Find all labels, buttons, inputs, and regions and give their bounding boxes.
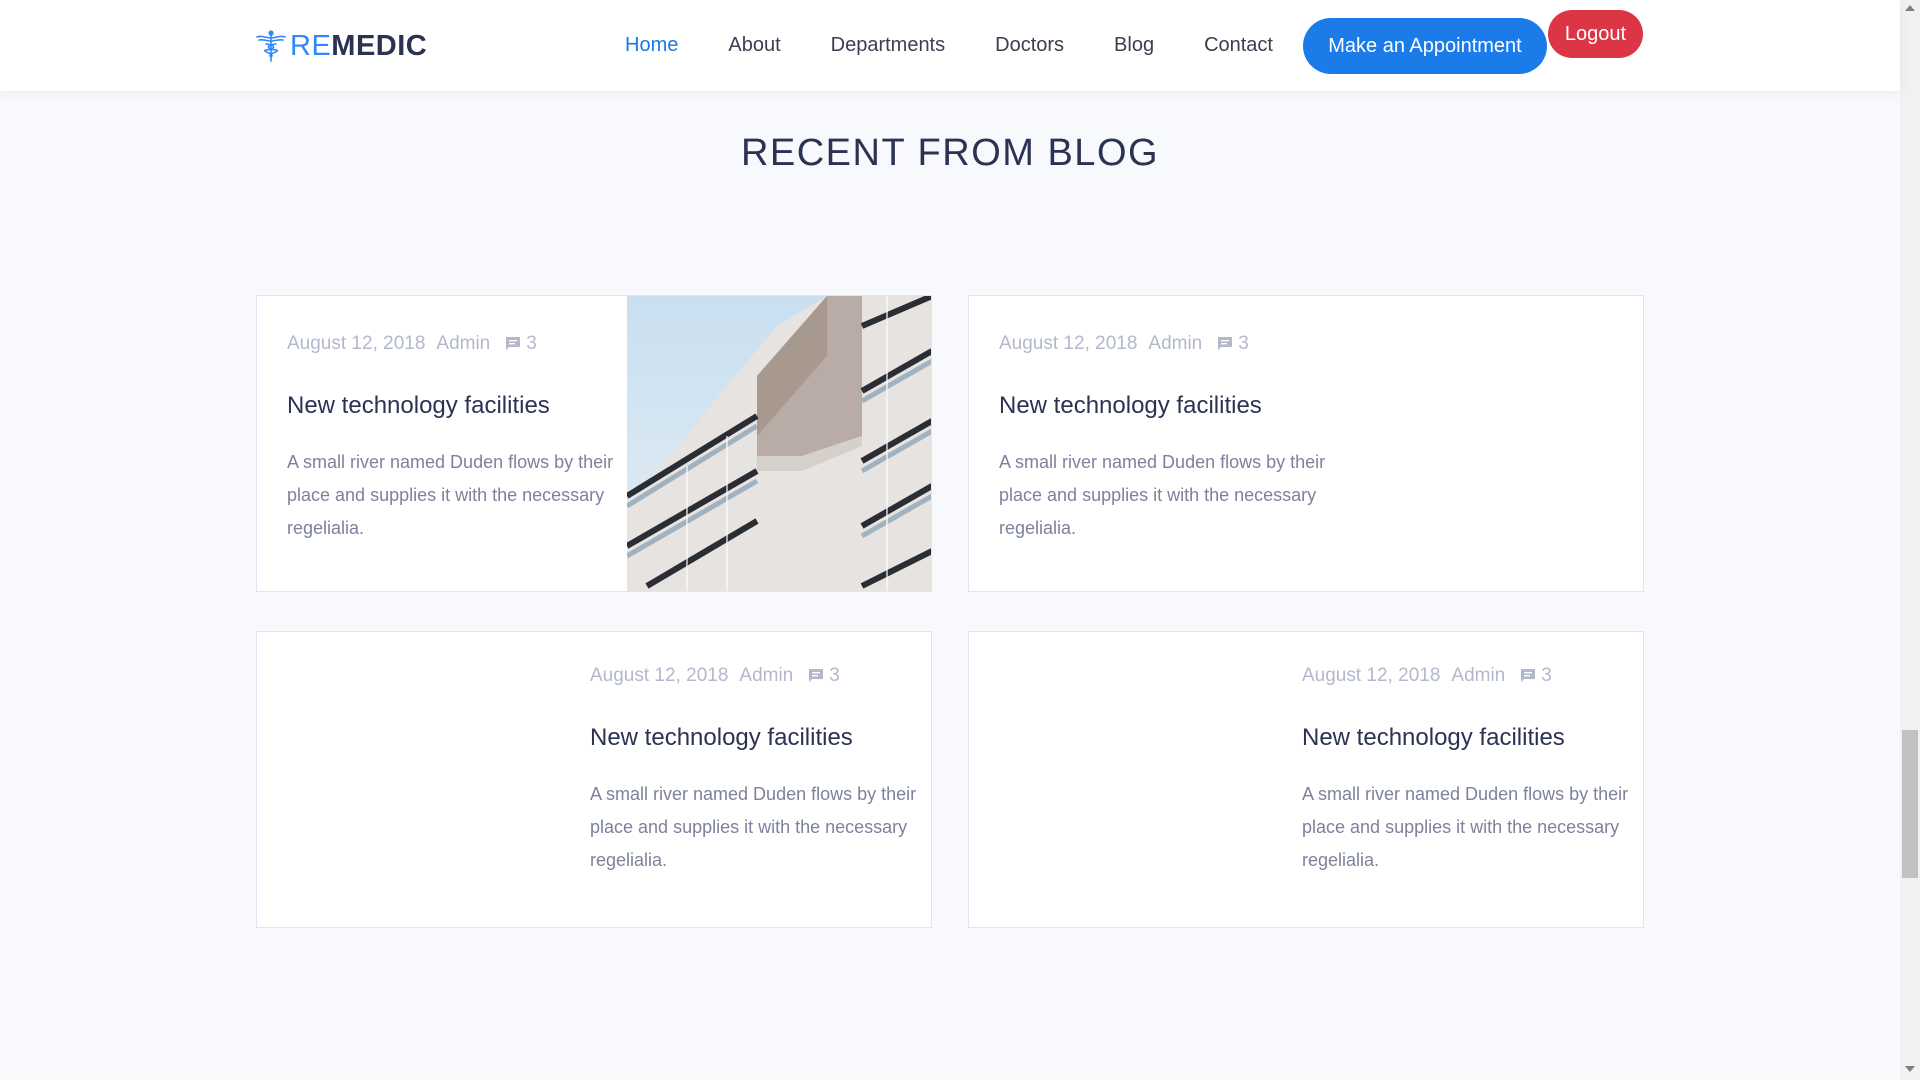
chat-bubble-icon xyxy=(506,337,521,350)
scrollbar-thumb[interactable] xyxy=(1902,730,1918,878)
brand-name-part2: MEDIC xyxy=(331,29,428,62)
post-excerpt: A small river named Duden flows by their… xyxy=(999,452,1326,538)
nav-about-link[interactable]: About xyxy=(703,34,805,57)
post-excerpt: A small river named Duden flows by their… xyxy=(1302,784,1629,870)
blog-card: August 12, 2018 Admin 3 New technology f… xyxy=(256,631,932,928)
make-appointment-button[interactable]: Make an Appointment xyxy=(1303,18,1547,74)
post-comments[interactable]: 3 xyxy=(1216,333,1249,355)
post-title[interactable]: New technology facilities xyxy=(1302,724,1565,752)
post-comment-count: 3 xyxy=(1238,333,1249,354)
post-excerpt: A small river named Duden flows by their… xyxy=(590,784,917,870)
post-image-building[interactable] xyxy=(627,296,932,592)
nav-departments-link[interactable]: Departments xyxy=(806,34,971,57)
page-scrollbar[interactable] xyxy=(1900,0,1920,1080)
post-meta: August 12, 2018 Admin 3 xyxy=(287,333,537,355)
blog-card: August 12, 2018 Admin 3 New technology f… xyxy=(968,631,1644,928)
chat-bubble-icon xyxy=(1218,337,1233,350)
post-author[interactable]: Admin xyxy=(1148,333,1202,355)
post-comment-count: 3 xyxy=(829,665,840,686)
post-excerpt: A small river named Duden flows by their… xyxy=(287,452,614,538)
scroll-down-arrow-icon[interactable] xyxy=(1905,1066,1915,1072)
chat-bubble-icon xyxy=(1521,669,1536,682)
blog-card: August 12, 2018 Admin 3 New technology f… xyxy=(256,295,932,592)
post-comments[interactable]: 3 xyxy=(807,665,840,687)
caduceus-icon xyxy=(256,30,286,62)
post-comment-count: 3 xyxy=(1541,665,1552,686)
post-date[interactable]: August 12, 2018 xyxy=(999,333,1137,355)
post-title[interactable]: New technology facilities xyxy=(590,724,853,752)
logout-button[interactable]: Logout xyxy=(1548,10,1643,58)
post-meta: August 12, 2018 Admin 3 xyxy=(999,333,1249,355)
post-author[interactable]: Admin xyxy=(436,333,490,355)
post-comments[interactable]: 3 xyxy=(504,333,537,355)
post-meta: August 12, 2018 Admin 3 xyxy=(590,665,840,687)
chat-bubble-icon xyxy=(809,669,824,682)
post-title[interactable]: New technology facilities xyxy=(287,392,550,420)
nav-doctors-link[interactable]: Doctors xyxy=(970,34,1089,57)
nav-home-link[interactable]: Home xyxy=(600,34,703,57)
navbar: RE MEDIC Home About Departments Doctors B… xyxy=(0,0,1900,91)
post-date[interactable]: August 12, 2018 xyxy=(1302,665,1440,687)
section-title: RECENT FROM BLOG xyxy=(740,132,1160,174)
post-meta: August 12, 2018 Admin 3 xyxy=(1302,665,1552,687)
post-comment-count: 3 xyxy=(526,333,537,354)
post-comments[interactable]: 3 xyxy=(1519,665,1552,687)
brand-logo[interactable]: RE MEDIC xyxy=(254,26,427,66)
nav-contact-link[interactable]: Contact xyxy=(1179,34,1298,57)
blog-card: August 12, 2018 Admin 3 New technology f… xyxy=(968,295,1644,592)
post-date[interactable]: August 12, 2018 xyxy=(287,333,425,355)
brand-name-part1: RE xyxy=(290,29,332,62)
scroll-up-arrow-icon[interactable] xyxy=(1905,5,1915,11)
post-author[interactable]: Admin xyxy=(739,665,793,687)
post-author[interactable]: Admin xyxy=(1451,665,1505,687)
main-nav: Home About Departments Doctors Blog Cont… xyxy=(600,0,1298,91)
nav-blog-link[interactable]: Blog xyxy=(1089,34,1179,57)
post-title[interactable]: New technology facilities xyxy=(999,392,1262,420)
post-date[interactable]: August 12, 2018 xyxy=(590,665,728,687)
